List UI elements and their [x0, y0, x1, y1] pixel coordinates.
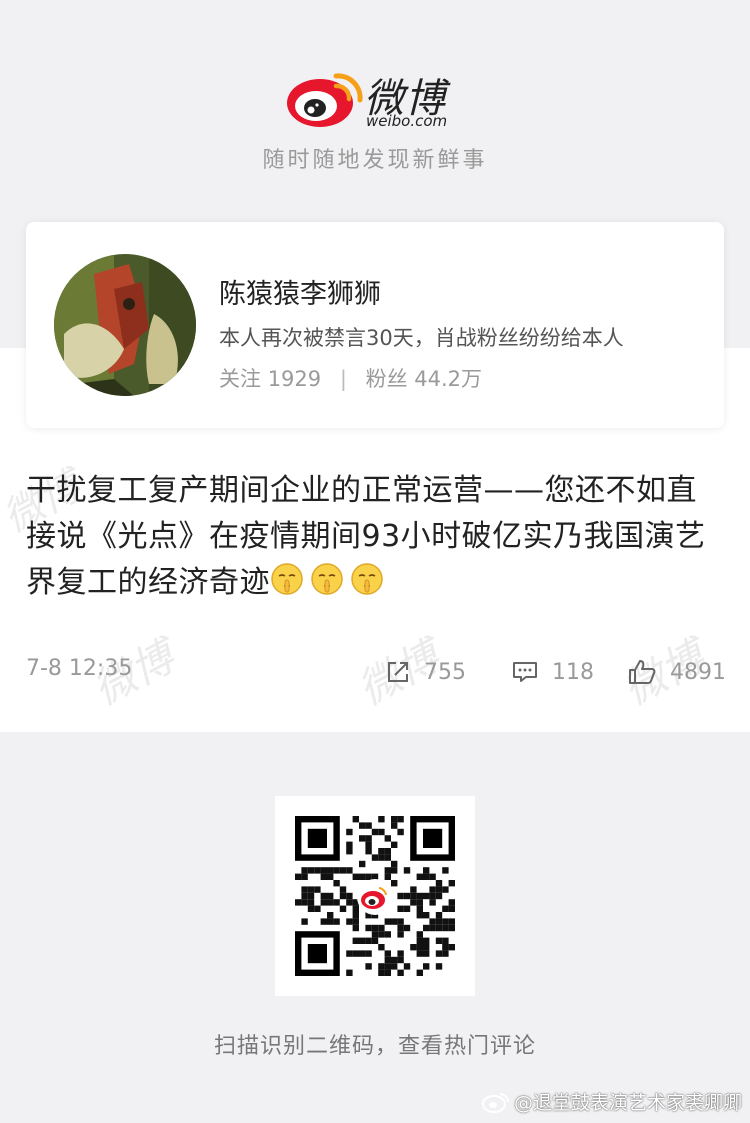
user-bio: 本人再次被禁言30天，肖战粉丝纷纷给本人	[219, 326, 624, 350]
stats-divider: |	[339, 367, 347, 391]
followers-label: 粉丝	[365, 367, 408, 391]
shush-emoji	[271, 563, 303, 595]
like-button[interactable]: 4891	[628, 654, 726, 690]
comment-icon	[513, 662, 537, 682]
avatar-image	[54, 254, 196, 396]
credit-text: @退堂鼓表演艺术家裘卿卿	[513, 1092, 742, 1114]
weibo-domain: weibo.com	[366, 112, 448, 130]
user-card[interactable]: 陈猿猿李狮狮 本人再次被禁言30天，肖战粉丝纷纷给本人 关注 1929 | 粉丝…	[26, 222, 724, 428]
following-label: 关注	[219, 367, 261, 391]
post-meta: 7-8 12:35 755 118 4891	[26, 654, 726, 690]
avatar[interactable]	[54, 254, 196, 396]
like-count: 4891	[670, 659, 726, 685]
like-icon	[629, 660, 656, 684]
shush-emoji	[311, 563, 343, 595]
repost-button[interactable]: 755	[386, 654, 466, 690]
repost-icon	[388, 662, 408, 682]
qr-caption: 扫描识别二维码，查看热门评论	[213, 1034, 536, 1059]
comment-count: 118	[552, 659, 594, 685]
post-content: 干扰复工复产期间企业的正常运营——您还不如直接说《光点》在疫情期间93小时破亿实…	[26, 468, 726, 606]
qr-code-image	[295, 816, 455, 976]
user-name[interactable]: 陈猿猿李狮狮	[219, 272, 381, 311]
followers-count: 44.2万	[414, 367, 483, 391]
post-time: 7-8 12:35	[26, 656, 133, 681]
shush-emoji	[351, 563, 383, 595]
slogan: 随时随地发现新鲜事	[262, 148, 488, 173]
watermark-credit: @退堂鼓表演艺术家裘卿卿	[481, 1088, 742, 1115]
weibo-small-icon	[481, 1092, 509, 1113]
user-stats: 关注 1929 | 粉丝 44.2万	[219, 363, 482, 393]
emoji-group	[270, 563, 390, 600]
following-count: 1929	[267, 367, 322, 391]
comment-button[interactable]: 118	[512, 654, 594, 690]
repost-count: 755	[424, 659, 466, 685]
qr-code[interactable]	[275, 796, 475, 996]
